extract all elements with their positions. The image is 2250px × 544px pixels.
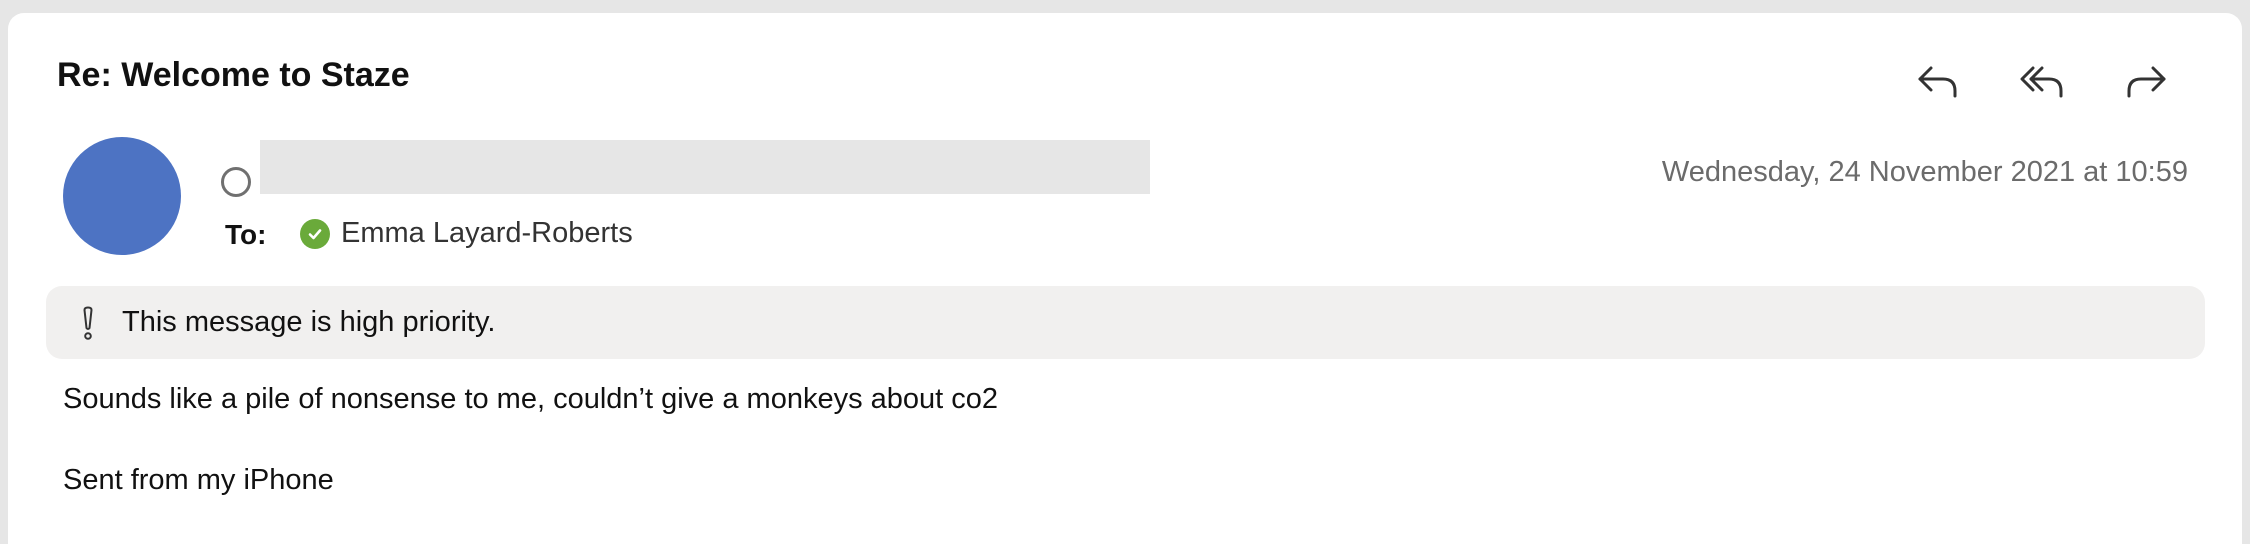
verified-check-icon [300,218,330,249]
reply-icon [1918,66,1957,98]
message-actions [1908,58,2188,108]
message-subject: Re: Welcome to Staze [57,56,410,94]
reply-all-button[interactable] [2012,58,2072,106]
message-date: Wednesday, 24 November 2021 at 10:59 [1661,156,2188,188]
presence-status-icon [221,167,251,197]
message-signature: Sent from my iPhone [63,464,334,496]
forward-button[interactable] [2116,58,2176,106]
high-priority-icon [83,306,93,340]
recipient-chip[interactable]: Emma Layard-Roberts [300,217,633,250]
recipient-name: Emma Layard-Roberts [341,217,633,249]
reply-button[interactable] [1908,58,1968,106]
message-body-line: Sounds like a pile of nonsense to me, co… [63,383,999,415]
reply-all-icon [2020,66,2063,98]
priority-banner: This message is high priority. [46,286,2205,359]
sender-name-redacted [260,140,1150,194]
message-reading-pane: Re: Welcome to Staze Wednesday, 24 Novem… [8,13,2242,544]
priority-notice-text: This message is high priority. [122,306,496,338]
to-label: To: [225,219,267,250]
sender-avatar[interactable] [63,137,181,255]
forward-icon [2127,66,2166,98]
